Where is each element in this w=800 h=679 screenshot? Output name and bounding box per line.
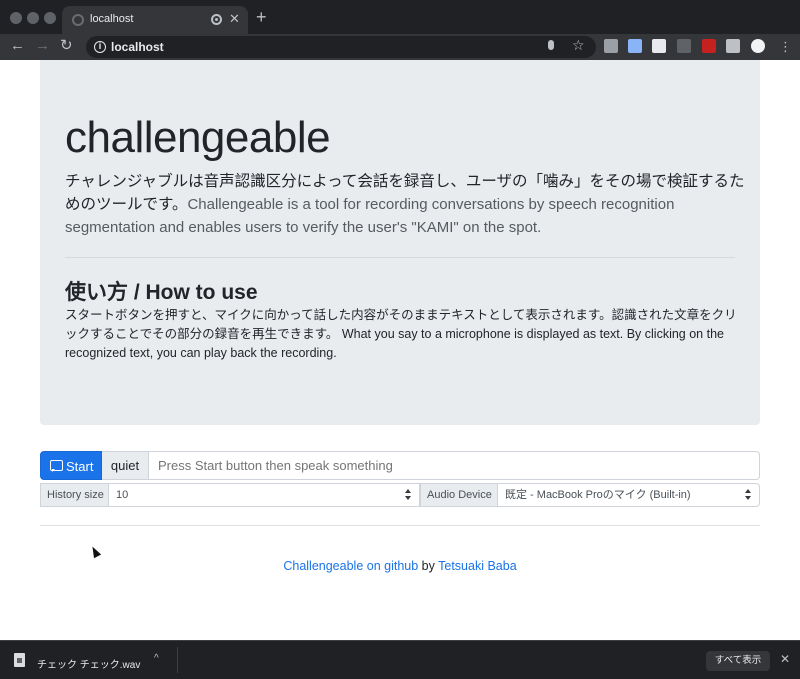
history-size-value: 10 — [116, 489, 129, 501]
how-to-use-heading: 使い方 / How to use — [65, 276, 258, 306]
chat-bubble-icon — [50, 460, 63, 472]
close-window-button[interactable] — [10, 12, 22, 24]
file-icon — [14, 653, 25, 667]
recording-indicator-icon — [211, 14, 222, 25]
maximize-window-button[interactable] — [44, 12, 56, 24]
extension-icon-2[interactable] — [628, 39, 642, 53]
divider — [65, 257, 735, 258]
address-bar[interactable]: i localhost ☆ — [86, 36, 596, 58]
github-link[interactable]: Challengeable on github — [283, 559, 418, 573]
page-title: challengeable — [65, 113, 331, 162]
minimize-window-button[interactable] — [27, 12, 39, 24]
author-link[interactable]: Tetsuaki Baba — [438, 559, 517, 573]
divider — [40, 525, 760, 526]
extension-icon-5[interactable] — [702, 39, 716, 53]
browser-tab-strip: localhost ✕ + — [0, 0, 800, 34]
extension-icon-3[interactable] — [652, 39, 666, 53]
audio-device-label: Audio Device — [420, 483, 498, 507]
download-shelf: チェック チェック.wav ^ すべて表示 ✕ — [0, 640, 800, 679]
tab-close-icon[interactable]: ✕ — [229, 11, 240, 27]
back-button[interactable]: ← — [10, 38, 25, 54]
close-icon[interactable]: ✕ — [780, 652, 790, 666]
how-to-use-heading-ja: 使い方 / — [65, 281, 146, 304]
site-info-icon[interactable]: i — [94, 41, 106, 53]
chevron-up-icon[interactable]: ^ — [154, 653, 159, 664]
select-arrows-icon — [405, 489, 411, 501]
new-tab-button[interactable]: + — [256, 8, 267, 26]
audio-device-select[interactable]: 既定 - MacBook Proのマイク (Built-in) — [498, 483, 760, 507]
select-arrows-icon — [745, 489, 751, 501]
mouse-pointer-icon — [88, 544, 102, 559]
history-size-label: History size — [40, 483, 109, 507]
extension-icon-4[interactable] — [677, 39, 691, 53]
how-to-use-text: スタートボタンを押すと、マイクに向かって話した内容がそのままテキストとして表示さ… — [65, 308, 737, 360]
how-to-use-heading-en: How to use — [145, 281, 258, 304]
globe-icon — [72, 14, 84, 26]
bookmark-star-icon[interactable]: ☆ — [572, 37, 585, 54]
browser-menu-icon[interactable]: ⋮ — [779, 39, 792, 55]
lead-description: チャレンジャブルは音声認識区分によって会話を録音し、ユーザの「噛み」をその場で検… — [65, 170, 745, 239]
forward-button[interactable]: → — [35, 38, 50, 54]
download-filename[interactable]: チェック チェック.wav — [37, 656, 140, 671]
microphone-in-use-icon[interactable] — [548, 40, 554, 50]
tab-title: localhost — [90, 13, 134, 25]
divider — [177, 647, 178, 673]
extension-icon-1[interactable] — [604, 39, 618, 53]
browser-toolbar: ← → ↻ i localhost ☆ ⋮ — [0, 34, 800, 60]
puzzle-extensions-icon[interactable] — [726, 39, 740, 53]
start-button[interactable]: Start — [40, 451, 102, 480]
start-button-label: Start — [66, 459, 94, 474]
address-url[interactable]: localhost — [111, 40, 164, 54]
profile-avatar[interactable] — [751, 39, 765, 53]
audio-device-value: 既定 - MacBook Proのマイク (Built-in) — [505, 489, 691, 501]
show-all-downloads-button[interactable]: すべて表示 — [706, 651, 770, 671]
footer-by-text: by — [421, 559, 435, 573]
status-badge: quiet — [102, 451, 149, 480]
reload-button[interactable]: ↻ — [60, 38, 73, 54]
settings-group: History size 10 Audio Device 既定 - MacBoo… — [40, 483, 760, 507]
footer: Challengeable on github by Tetsuaki Baba — [0, 559, 800, 573]
browser-tab-localhost[interactable]: localhost ✕ — [62, 6, 248, 34]
speech-text-input[interactable] — [149, 451, 760, 480]
history-size-select[interactable]: 10 — [109, 483, 420, 507]
speech-control-group: Start quiet — [40, 451, 760, 480]
